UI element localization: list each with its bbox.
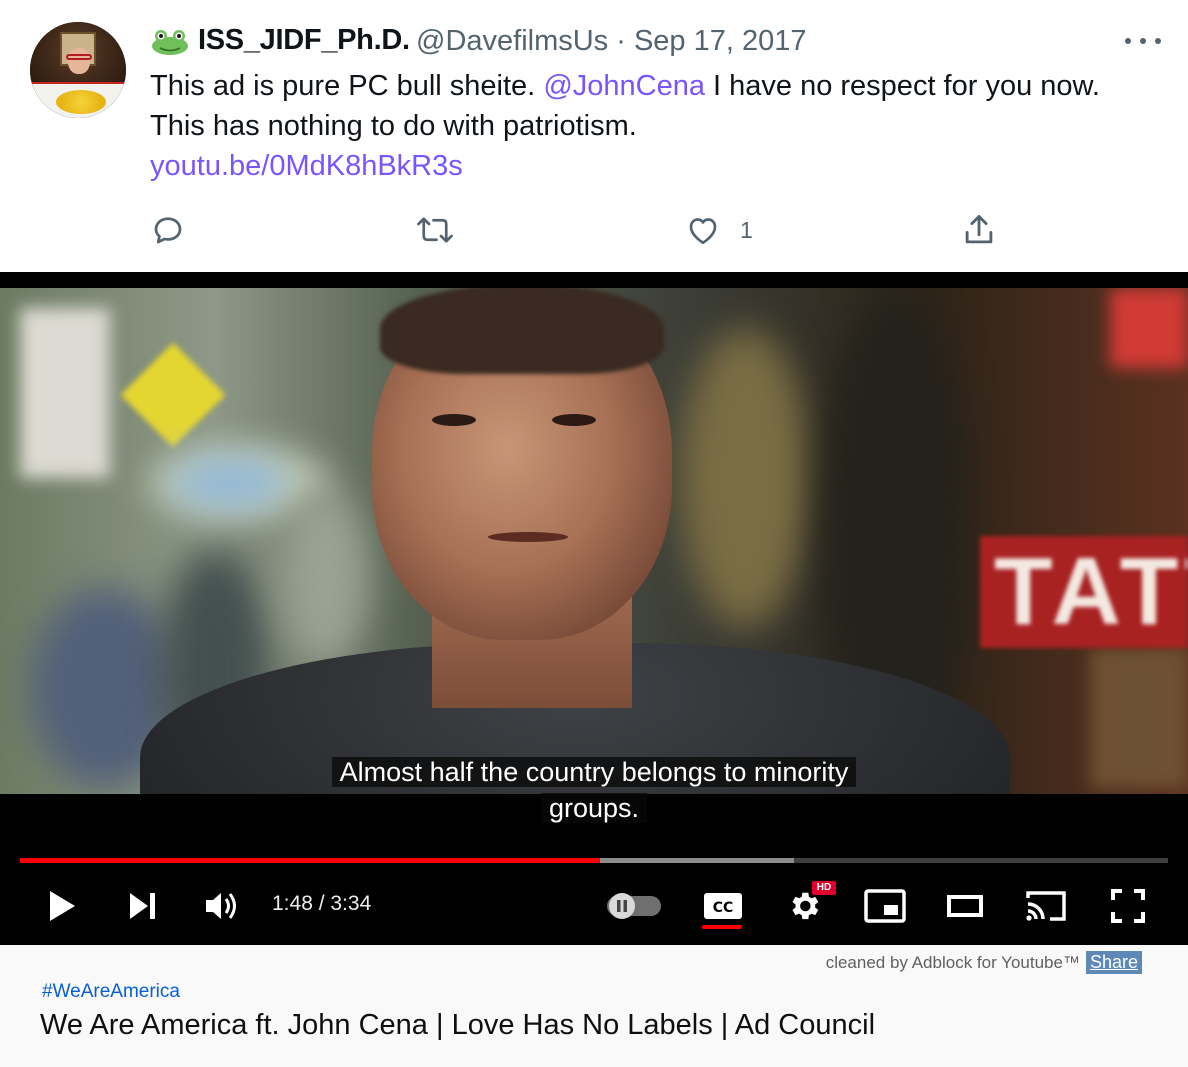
timecode: 1:48 / 3:34 — [272, 892, 372, 915]
tweet-text-part1: This ad is pure PC bull sheite. — [150, 70, 544, 102]
reply-button[interactable] — [150, 210, 186, 250]
share-icon — [965, 215, 993, 244]
cast-button[interactable] — [1022, 884, 1070, 928]
mention-link[interactable]: @JohnCena — [543, 70, 705, 102]
next-button[interactable] — [118, 884, 166, 928]
cast-icon — [1026, 891, 1066, 921]
adblock-notice: cleaned by Adblock for Youtube™ Share — [826, 951, 1142, 974]
more-icon[interactable] — [1125, 28, 1161, 54]
autoplay-toggle[interactable] — [604, 884, 664, 928]
like-count: 1 — [740, 216, 753, 243]
video-card: cleaned by Adblock for Youtube™ Share #W… — [0, 945, 1188, 1067]
svg-text:CC: CC — [713, 900, 734, 916]
play-button[interactable] — [38, 884, 86, 928]
youtube-link[interactable]: youtu.be/0MdK8hBkR3s — [150, 150, 463, 182]
video-title[interactable]: We Are America ft. John Cena | Love Has … — [40, 1009, 875, 1042]
reply-icon — [154, 217, 182, 244]
autoplay-toggle-icon — [607, 893, 661, 919]
caption-line-1: Almost half the country belongs to minor… — [331, 757, 857, 787]
played-bar — [20, 858, 600, 863]
like-icon — [689, 218, 717, 245]
theater-mode-button[interactable] — [942, 884, 988, 928]
handle-and-date[interactable]: @DavefilmsUs · Sep 17, 2017 — [416, 25, 807, 58]
caption-line-2: groups. — [540, 793, 648, 823]
tweet-actions: 1 — [150, 210, 1010, 254]
tweet-text: This ad is pure PC bull sheite. @JohnCen… — [150, 66, 1160, 186]
hashtag-link[interactable]: #WeAreAmerica — [42, 981, 180, 1003]
theater-icon — [947, 895, 983, 917]
video-player[interactable]: TATT Almost half the country belongs to … — [0, 272, 1188, 945]
progress-bar[interactable] — [20, 858, 1168, 863]
share-link[interactable]: Share — [1085, 951, 1142, 974]
retweet-icon — [417, 217, 453, 243]
tweet: ISS_JIDF_Ph.D. @DavefilmsUs · Sep 17, 20… — [0, 0, 1188, 272]
like-button[interactable]: 1 — [684, 210, 753, 250]
volume-button[interactable] — [198, 884, 246, 928]
hd-badge: HD — [812, 881, 836, 895]
frog-icon — [152, 30, 188, 55]
fullscreen-icon — [1111, 889, 1145, 923]
avatar[interactable] — [30, 22, 126, 118]
retweet-button[interactable] — [414, 210, 456, 250]
play-icon — [50, 891, 75, 921]
captions-button[interactable]: CC — [700, 884, 746, 928]
captions-active-indicator — [702, 925, 742, 929]
background-sign: TATT — [980, 536, 1188, 648]
miniplayer-icon — [864, 889, 906, 923]
next-icon — [130, 893, 155, 919]
captions: Almost half the country belongs to minor… — [0, 754, 1188, 826]
display-name[interactable]: ISS_JIDF_Ph.D. — [198, 24, 410, 57]
video-frame[interactable]: TATT — [0, 288, 1188, 794]
cc-icon: CC — [704, 893, 742, 919]
miniplayer-button[interactable] — [862, 884, 908, 928]
share-button[interactable] — [960, 210, 998, 250]
volume-icon — [206, 893, 236, 919]
fullscreen-button[interactable] — [1106, 884, 1150, 928]
adblock-text: cleaned by Adblock for Youtube™ — [825, 952, 1080, 972]
